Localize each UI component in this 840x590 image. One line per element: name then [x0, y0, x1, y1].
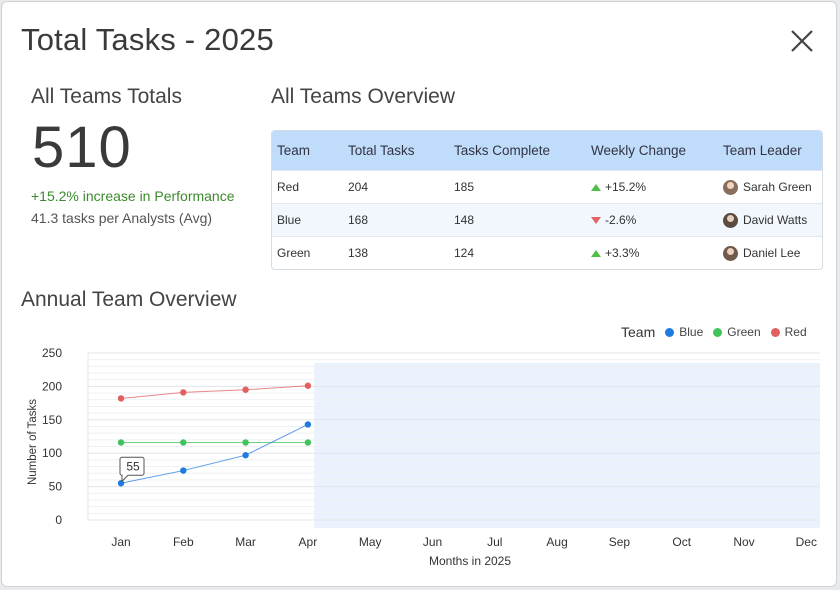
data-point-red — [180, 389, 187, 396]
x-tick-label: May — [359, 535, 382, 549]
y-tick-label: 200 — [42, 379, 62, 393]
data-point-blue — [242, 452, 249, 459]
future-period-shade — [314, 363, 820, 528]
x-tick-label: Dec — [796, 535, 817, 549]
annual-line-chart: 0 50 100 150 200 250 Jan Feb Mar Apr May Jun Jul Aug S… — [27, 346, 820, 568]
x-tick-label: Oct — [672, 535, 691, 549]
x-tick-label: Nov — [733, 535, 754, 549]
y-tick-label: 250 — [42, 346, 62, 360]
x-tick-label: Sep — [609, 535, 631, 549]
x-tick-label: Jul — [487, 535, 502, 549]
data-point-red — [304, 382, 312, 389]
x-tick-label: Jan — [111, 535, 130, 549]
total-tasks-dialog: Total Tasks - 2025 All Teams Totals 510 … — [1, 1, 837, 587]
data-point-red — [242, 386, 249, 393]
data-point-blue — [117, 480, 125, 487]
data-point-blue — [304, 421, 312, 428]
y-tick-label: 0 — [55, 513, 62, 527]
x-axis-title: Months in 2025 — [429, 554, 511, 568]
data-point-green — [180, 439, 187, 446]
y-axis-title: Number of Tasks — [27, 399, 39, 485]
x-tick-label: Apr — [299, 535, 318, 549]
data-point-green — [304, 439, 312, 446]
data-point-blue — [180, 467, 187, 474]
y-tick-label: 150 — [42, 413, 62, 427]
data-point-green — [117, 439, 125, 446]
y-tick-label: 50 — [49, 480, 63, 494]
x-tick-label: Aug — [546, 535, 567, 549]
y-tick-label: 100 — [42, 446, 62, 460]
tooltip-text: 55 — [126, 459, 140, 473]
data-point-green — [242, 439, 249, 446]
x-tick-label: Jun — [423, 535, 442, 549]
x-tick-label: Mar — [235, 535, 256, 549]
x-tick-label: Feb — [173, 535, 194, 549]
data-point-red — [117, 395, 125, 402]
series-line-red — [120, 385, 308, 399]
